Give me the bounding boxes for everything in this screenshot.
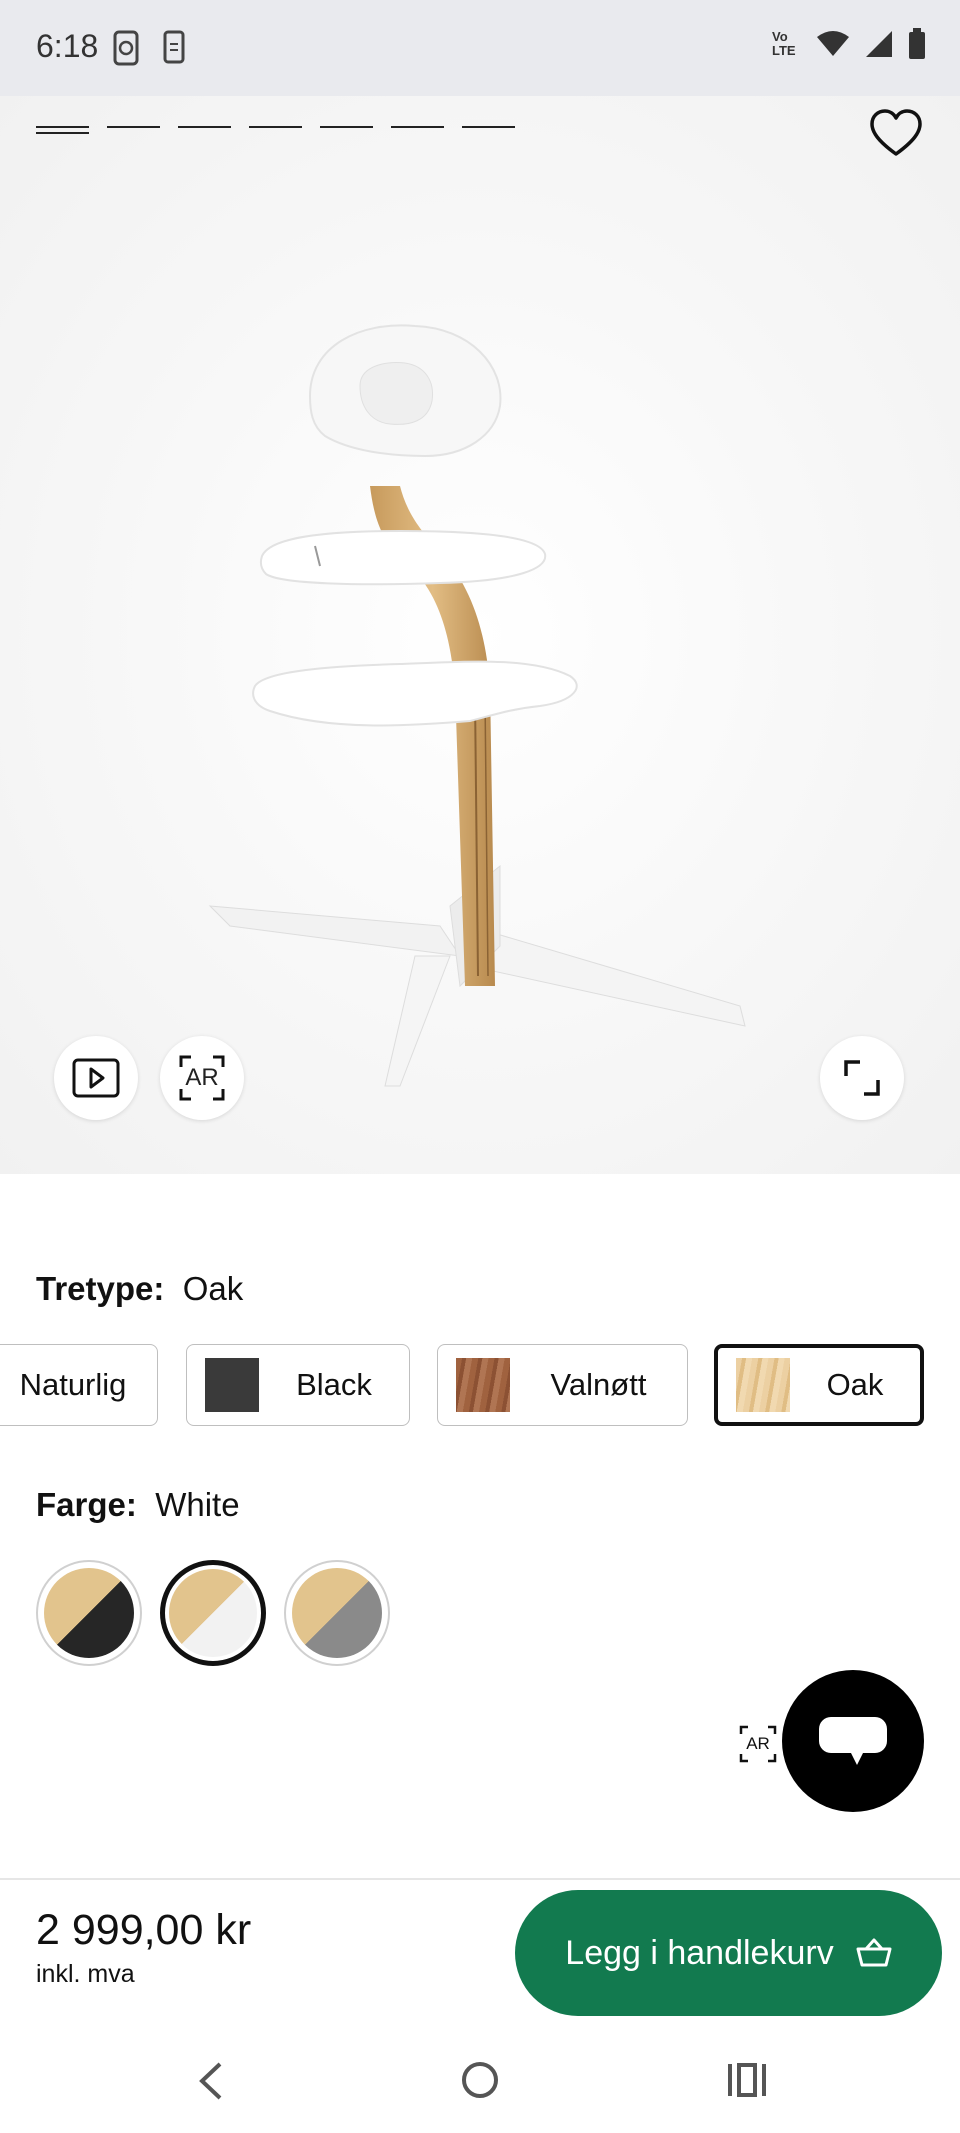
fullscreen-button[interactable] xyxy=(820,1036,904,1120)
phone-clipboard-icon xyxy=(163,30,185,64)
wood-option-label: Black xyxy=(296,1367,372,1402)
wood-option-oak[interactable]: Oak xyxy=(714,1344,924,1426)
volte-icon: Vo LTE xyxy=(772,29,796,58)
gallery-indicator[interactable] xyxy=(178,126,231,128)
ar-view-link[interactable]: AR xyxy=(738,1724,778,1764)
wood-type-label: Tretype: Oak xyxy=(36,1270,243,1308)
wood-type-value: Oak xyxy=(182,1270,244,1307)
video-button[interactable] xyxy=(54,1036,138,1120)
bottom-bar-divider xyxy=(0,1878,960,1880)
wood-swatch-black xyxy=(205,1358,259,1412)
basket-icon xyxy=(856,1938,892,1967)
color-option-black[interactable] xyxy=(36,1560,142,1666)
wood-option-walnut[interactable]: Valnøtt xyxy=(437,1344,688,1426)
wood-type-title: Tretype: xyxy=(36,1270,165,1307)
wood-option-black[interactable]: Black xyxy=(186,1344,410,1426)
wood-option-label: Valnøtt xyxy=(550,1367,647,1402)
gallery-indicator[interactable] xyxy=(320,126,373,128)
add-to-cart-label: Legg i handlekurv xyxy=(565,1933,834,1972)
gallery-pagination xyxy=(36,126,515,134)
home-icon[interactable] xyxy=(460,2060,500,2100)
wood-option-label: Oak xyxy=(826,1367,884,1402)
color-option-white[interactable] xyxy=(160,1560,266,1666)
color-swatch-black xyxy=(44,1568,134,1658)
wood-type-selector: Naturlig Black Valnøtt Oak xyxy=(0,1344,960,1426)
color-swatch-white xyxy=(169,1569,257,1657)
ar-frame-icon xyxy=(179,1055,225,1101)
color-value: White xyxy=(155,1486,240,1523)
color-option-grey[interactable] xyxy=(284,1560,390,1666)
status-bar: 6:18 Vo LTE xyxy=(0,0,960,96)
data-saver-icon xyxy=(113,30,139,66)
gallery-indicator[interactable] xyxy=(391,126,444,128)
wifi-icon xyxy=(817,31,849,56)
wood-option-naturlig[interactable]: Naturlig xyxy=(0,1344,158,1426)
gallery-indicator[interactable] xyxy=(462,126,515,128)
wood-swatch-walnut xyxy=(456,1358,510,1412)
product-image-chair xyxy=(208,324,746,1087)
chat-bubble-icon xyxy=(819,1717,887,1765)
battery-icon xyxy=(909,28,925,59)
expand-icon xyxy=(844,1060,880,1096)
back-icon[interactable] xyxy=(196,2060,226,2102)
signal-icon xyxy=(866,31,892,57)
wood-swatch-oak xyxy=(736,1358,790,1412)
play-video-icon xyxy=(72,1058,120,1098)
recents-icon[interactable] xyxy=(726,2062,768,2098)
color-label: Farge: White xyxy=(36,1486,240,1524)
gallery-indicator-active[interactable] xyxy=(36,126,89,134)
status-time: 6:18 xyxy=(36,28,99,64)
color-swatch-grey xyxy=(292,1568,382,1658)
color-selector xyxy=(36,1560,390,1666)
product-gallery[interactable]: AR xyxy=(0,96,960,1174)
price: 2 999,00 kr xyxy=(36,1906,252,1954)
heart-icon[interactable] xyxy=(868,106,924,162)
chat-button[interactable] xyxy=(782,1670,924,1812)
ar-button[interactable]: AR xyxy=(160,1036,244,1120)
color-title: Farge: xyxy=(36,1486,137,1523)
system-nav-bar xyxy=(0,2030,960,2133)
gallery-indicator[interactable] xyxy=(249,126,302,128)
wood-option-label: Naturlig xyxy=(19,1367,127,1402)
add-to-cart-button[interactable]: Legg i handlekurv xyxy=(515,1890,942,2016)
ar-small-label: AR xyxy=(746,1734,770,1753)
gallery-indicator[interactable] xyxy=(107,126,160,128)
price-vat-note: inkl. mva xyxy=(36,1960,135,1988)
